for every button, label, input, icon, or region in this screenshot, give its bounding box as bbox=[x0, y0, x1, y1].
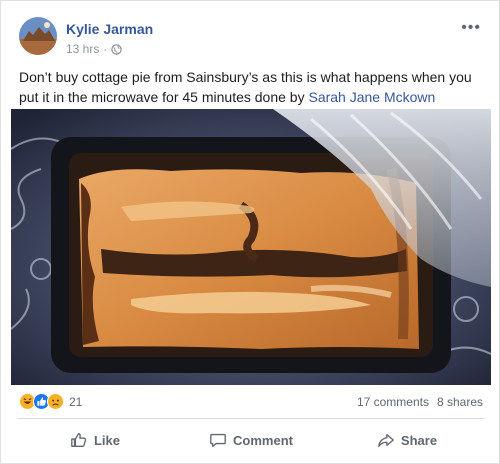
share-label: Share bbox=[400, 432, 438, 448]
post-text: Don’t buy cottage pie from Sainsbury’s a… bbox=[19, 67, 487, 107]
thumbs-up-icon bbox=[71, 433, 87, 447]
like-label: Like bbox=[93, 432, 120, 448]
post-photo[interactable] bbox=[11, 109, 491, 385]
avatar[interactable] bbox=[19, 17, 57, 55]
share-button[interactable]: Share bbox=[329, 424, 485, 456]
like-button[interactable]: Like bbox=[17, 424, 173, 456]
post-actions: Like Comment Share bbox=[17, 424, 485, 456]
reaction-count: 21 bbox=[69, 394, 83, 409]
post-meta: 13 hrs · bbox=[66, 42, 123, 56]
mention-link[interactable]: Sarah Jane Mckown bbox=[308, 89, 435, 105]
comment-icon bbox=[210, 433, 226, 447]
more-options-icon[interactable]: ••• bbox=[461, 19, 481, 37]
post-time[interactable]: 13 hrs bbox=[66, 42, 99, 56]
reactions-summary[interactable]: 21 bbox=[19, 393, 82, 410]
comment-label: Comment bbox=[233, 432, 293, 448]
facebook-post: Kylie Jarman 13 hrs · ••• Don’t buy cott… bbox=[0, 0, 500, 464]
action-divider bbox=[17, 418, 485, 419]
post-stats: 21 17 comments 8 shares bbox=[19, 391, 483, 413]
share-icon bbox=[378, 433, 394, 447]
comment-button[interactable]: Comment bbox=[173, 424, 329, 456]
sad-reaction-icon bbox=[47, 393, 64, 410]
meta-separator: · bbox=[103, 42, 108, 56]
author-name[interactable]: Kylie Jarman bbox=[66, 21, 153, 37]
post-header: Kylie Jarman 13 hrs · ••• bbox=[19, 17, 487, 61]
engagement-counts: 17 comments 8 shares bbox=[357, 395, 483, 409]
comments-count[interactable]: 17 comments bbox=[357, 395, 429, 409]
globe-icon bbox=[111, 43, 123, 55]
shares-count[interactable]: 8 shares bbox=[437, 395, 483, 409]
